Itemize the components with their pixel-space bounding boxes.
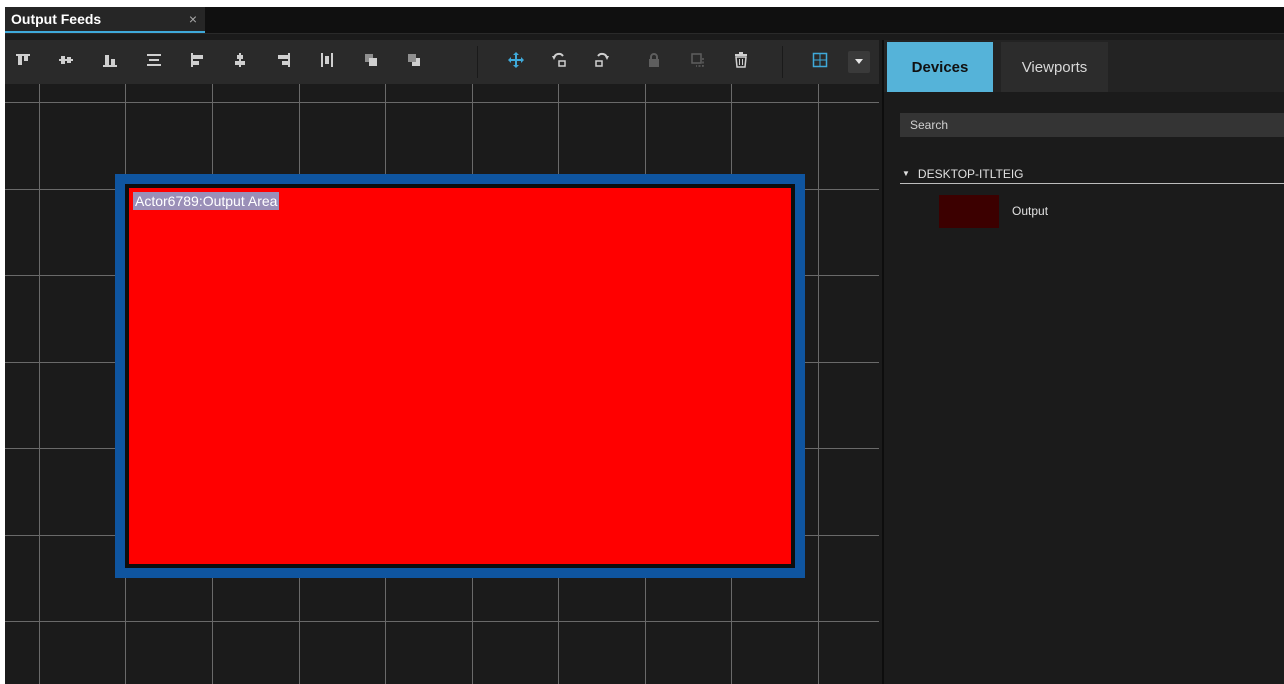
toolbar (5, 40, 879, 84)
delete-icon[interactable] (732, 51, 750, 69)
grid-line (818, 84, 819, 684)
rotate-left-icon[interactable] (550, 51, 568, 69)
align-top-icon[interactable] (14, 51, 32, 69)
bring-forward-icon[interactable] (362, 51, 380, 69)
chevron-down-icon (854, 53, 864, 71)
tab-devices[interactable]: Devices (887, 42, 993, 92)
send-backward-icon[interactable] (405, 51, 423, 69)
device-item-output[interactable]: Output (939, 194, 1139, 228)
rotate-right-icon[interactable] (593, 51, 611, 69)
grid-line (5, 102, 879, 103)
align-vertical-center-icon[interactable] (57, 51, 75, 69)
tab-bar: Output Feeds × (5, 7, 1284, 34)
output-area[interactable]: Actor6789:Output Area (129, 188, 791, 564)
move-icon[interactable] (507, 51, 525, 69)
align-center-icon[interactable] (231, 51, 249, 69)
tab-output-feeds[interactable]: Output Feeds × (5, 7, 205, 33)
align-left-icon[interactable] (188, 51, 206, 69)
devices-panel: Devices Viewports ▼ DESKTOP-ITLTEIG Outp… (882, 40, 1284, 684)
search-input[interactable] (900, 113, 1284, 137)
device-group-header[interactable]: ▼ DESKTOP-ITLTEIG (900, 164, 1284, 184)
distribute-icon[interactable] (318, 51, 336, 69)
align-bottom-icon[interactable] (101, 51, 119, 69)
device-item-label: Output (1012, 204, 1049, 218)
output-area-selection[interactable]: Actor6789:Output Area (115, 174, 805, 578)
toolbar-separator (782, 46, 783, 78)
toolbar-separator (477, 46, 478, 78)
device-group-name: DESKTOP-ITLTEIG (917, 166, 1024, 181)
grid-icon[interactable] (811, 51, 829, 69)
grid-line (39, 84, 40, 684)
lock-icon[interactable] (645, 51, 663, 69)
grid-line (5, 621, 879, 622)
output-feeds-window: Output Feeds × Actor6789:Output Area Dev… (5, 7, 1284, 684)
duplicate-icon[interactable] (689, 51, 707, 69)
canvas-grid[interactable]: Actor6789:Output Area (5, 84, 879, 684)
align-horizontal-center-icon[interactable] (145, 51, 163, 69)
align-right-icon[interactable] (275, 51, 293, 69)
close-icon[interactable]: × (189, 11, 197, 27)
device-thumbnail (939, 194, 999, 228)
output-area-label: Actor6789:Output Area (133, 192, 280, 210)
tab-viewports[interactable]: Viewports (1001, 42, 1108, 92)
tab-output-feeds-label: Output Feeds (11, 11, 102, 27)
panel-tabs: Devices Viewports (884, 40, 1284, 92)
expand-triangle-icon[interactable]: ▼ (902, 169, 910, 178)
view-dropdown-button[interactable] (848, 51, 870, 73)
